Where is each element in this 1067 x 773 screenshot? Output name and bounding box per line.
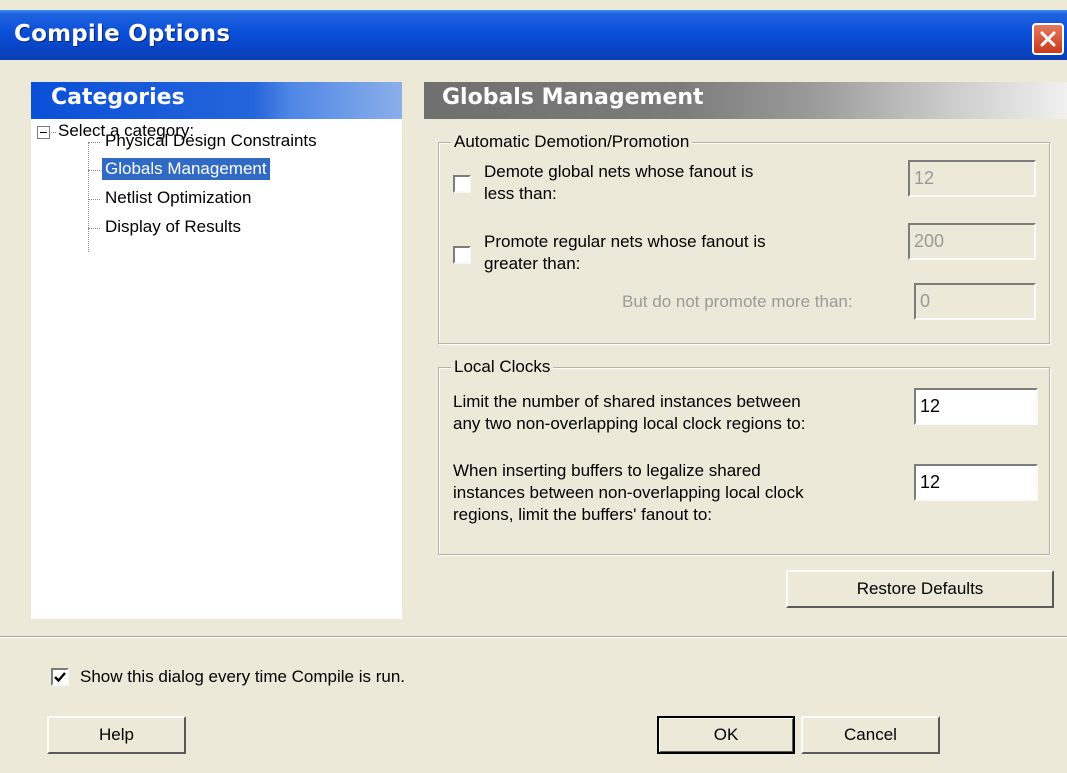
demotion-group-title: Automatic Demotion/Promotion xyxy=(451,132,693,152)
close-icon xyxy=(1040,31,1056,47)
show-dialog-checkbox[interactable] xyxy=(51,668,69,686)
tree-connector xyxy=(49,132,56,133)
panel-header: Globals Management xyxy=(424,82,1067,119)
checkmark-icon xyxy=(54,672,66,683)
shared-instances-limit-field[interactable]: 12 xyxy=(914,388,1038,425)
category-item-label[interactable]: Globals Management xyxy=(102,158,270,180)
panel-title: Globals Management xyxy=(442,85,704,110)
promote-label-line2: greater than: xyxy=(484,254,581,273)
limit-instances-label-line1: Limit the number of shared instances bet… xyxy=(453,392,801,411)
tree-connector xyxy=(88,199,100,200)
categories-header: Categories xyxy=(31,82,402,119)
local-clocks-group: Local Clocks Limit the number of shared … xyxy=(438,357,1050,555)
tree-connector xyxy=(88,143,89,252)
buffer-fanout-label-line3: regions, limit the buffers' fanout to: xyxy=(453,505,713,524)
categories-panel: Categories Select a category: Physical D… xyxy=(31,82,402,619)
close-button[interactable] xyxy=(1032,23,1064,55)
limit-instances-label-line2: any two non-overlapping local clock regi… xyxy=(453,414,806,433)
promote-checkbox[interactable] xyxy=(453,246,471,264)
buffer-fanout-field[interactable]: 12 xyxy=(914,464,1038,501)
promote-threshold-field[interactable]: 200 xyxy=(908,223,1036,260)
buffer-fanout-label-line1: When inserting buffers to legalize share… xyxy=(453,461,761,480)
category-tree[interactable]: Select a category: Physical Design Const… xyxy=(31,120,402,619)
demote-label-line1: Demote global nets whose fanout is xyxy=(484,162,754,181)
ok-button[interactable]: OK xyxy=(657,716,795,754)
categories-header-label: Categories xyxy=(51,85,185,110)
category-item-label[interactable]: Display of Results xyxy=(102,216,244,238)
restore-defaults-button[interactable]: Restore Defaults xyxy=(786,570,1054,608)
demote-label-line2: less than: xyxy=(484,184,557,203)
local-clocks-group-title: Local Clocks xyxy=(451,357,554,377)
category-item-label[interactable]: Netlist Optimization xyxy=(102,187,254,209)
buffer-fanout-label-line2: instances between non-overlapping local … xyxy=(453,483,804,502)
demotion-promotion-group: Automatic Demotion/Promotion Demote glob… xyxy=(438,132,1050,344)
compile-options-dialog: Compile Options Categories Select a cate… xyxy=(0,0,1067,773)
tree-connector xyxy=(88,228,100,229)
demote-checkbox[interactable] xyxy=(453,175,471,193)
title-bar[interactable]: Compile Options xyxy=(0,10,1067,60)
cancel-button[interactable]: Cancel xyxy=(801,716,940,754)
tree-connector xyxy=(88,142,100,143)
promote-label-line1: Promote regular nets whose fanout is xyxy=(484,232,766,251)
category-item-label[interactable]: Physical Design Constraints xyxy=(102,130,320,152)
tree-connector xyxy=(88,170,100,171)
window-title: Compile Options xyxy=(14,21,231,47)
max-promote-label: But do not promote more than: xyxy=(622,292,853,311)
show-dialog-label[interactable]: Show this dialog every time Compile is r… xyxy=(80,666,405,688)
max-promote-field[interactable]: 0 xyxy=(914,283,1036,320)
help-button[interactable]: Help xyxy=(47,716,186,754)
demote-threshold-field[interactable]: 12 xyxy=(908,160,1036,197)
footer-divider xyxy=(0,636,1067,638)
